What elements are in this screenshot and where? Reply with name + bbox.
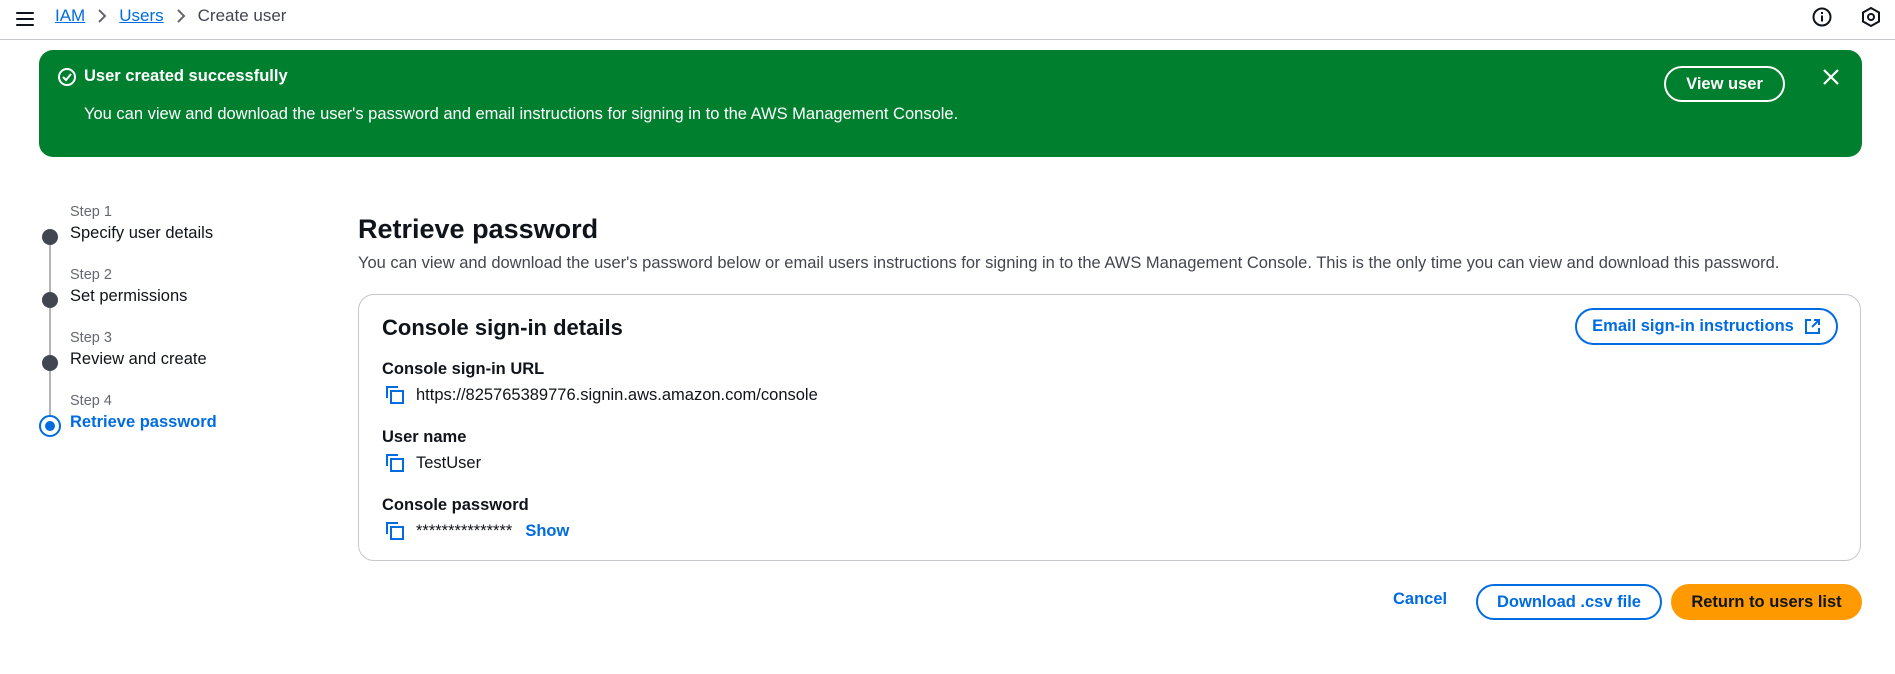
- step-label: Specify user details: [70, 224, 214, 242]
- panel-title: Console sign-in details: [382, 315, 623, 340]
- step-3[interactable]: Step 3 Review and create: [40, 326, 300, 376]
- step-number: Step 1: [70, 204, 112, 220]
- wizard-steps: Step 1 Specify user details Step 2 Set p…: [39, 200, 300, 440]
- close-icon[interactable]: [1821, 67, 1841, 87]
- step-label: Set permissions: [70, 287, 188, 305]
- hamburger-menu-icon[interactable]: [14, 8, 36, 28]
- settings-hexagon-icon[interactable]: [1860, 6, 1882, 28]
- field-label: User name: [382, 428, 467, 446]
- step-label: Retrieve password: [70, 413, 217, 431]
- step-4: Step 4 Retrieve password: [39, 389, 300, 439]
- show-password-link[interactable]: Show: [525, 522, 569, 541]
- field-label: Console password: [382, 496, 529, 514]
- user-name-field: User name TestUser: [382, 428, 1282, 473]
- page-title: Retrieve password: [358, 214, 599, 244]
- flash-message: You can view and download the user's pas…: [84, 105, 959, 123]
- console-sign-in-details-panel: Console sign-in details Email sign-in in…: [358, 294, 1861, 561]
- copy-icon[interactable]: [385, 453, 405, 473]
- breadcrumb-iam[interactable]: IAM: [55, 6, 85, 26]
- breadcrumb: IAM Users Create user: [55, 6, 286, 26]
- copy-icon[interactable]: [385, 385, 405, 405]
- step-number: Step 3: [70, 330, 112, 346]
- chevron-right-icon: [97, 9, 107, 23]
- breadcrumb-users[interactable]: Users: [119, 6, 163, 26]
- step-1[interactable]: Step 1 Specify user details: [40, 200, 300, 250]
- flash-title: User created successfully: [84, 67, 288, 85]
- step-number: Step 2: [70, 267, 112, 283]
- password-masked-value: ***************: [416, 521, 513, 540]
- info-icon[interactable]: [1811, 6, 1833, 28]
- chevron-right-icon: [176, 9, 186, 23]
- copy-icon[interactable]: [385, 521, 405, 541]
- return-to-users-list-button[interactable]: Return to users list: [1671, 584, 1862, 620]
- console-password-field: Console password *************** Show: [382, 496, 1282, 541]
- step-label: Review and create: [70, 350, 207, 368]
- external-link-icon: [1804, 319, 1820, 334]
- breadcrumb-current: Create user: [197, 6, 287, 25]
- field-label: Console sign-in URL: [382, 360, 545, 378]
- user-name-value: TestUser: [416, 453, 482, 472]
- email-sign-in-instructions-button[interactable]: Email sign-in instructions: [1575, 308, 1838, 345]
- check-circle-icon: [57, 67, 77, 87]
- top-navigation-bar: IAM Users Create user: [0, 0, 1895, 40]
- console-url-value: https://825765389776.signin.aws.amazon.c…: [416, 385, 818, 404]
- step-indicator-dot-active: [39, 415, 61, 437]
- email-button-label: Email sign-in instructions: [1592, 317, 1794, 335]
- console-url-field: Console sign-in URL https://825765389776…: [382, 360, 1282, 405]
- success-flash-banner: User created successfully You can view a…: [39, 50, 1862, 157]
- step-2[interactable]: Step 2 Set permissions: [40, 263, 300, 313]
- step-indicator-dot: [42, 229, 58, 245]
- download-csv-button[interactable]: Download .csv file: [1476, 584, 1662, 620]
- step-indicator-dot: [42, 355, 58, 371]
- step-number: Step 4: [70, 393, 112, 409]
- cancel-button[interactable]: Cancel: [1393, 590, 1447, 609]
- page-description: You can view and download the user's pas…: [358, 254, 1780, 272]
- step-indicator-dot: [42, 292, 58, 308]
- view-user-button[interactable]: View user: [1664, 66, 1785, 102]
